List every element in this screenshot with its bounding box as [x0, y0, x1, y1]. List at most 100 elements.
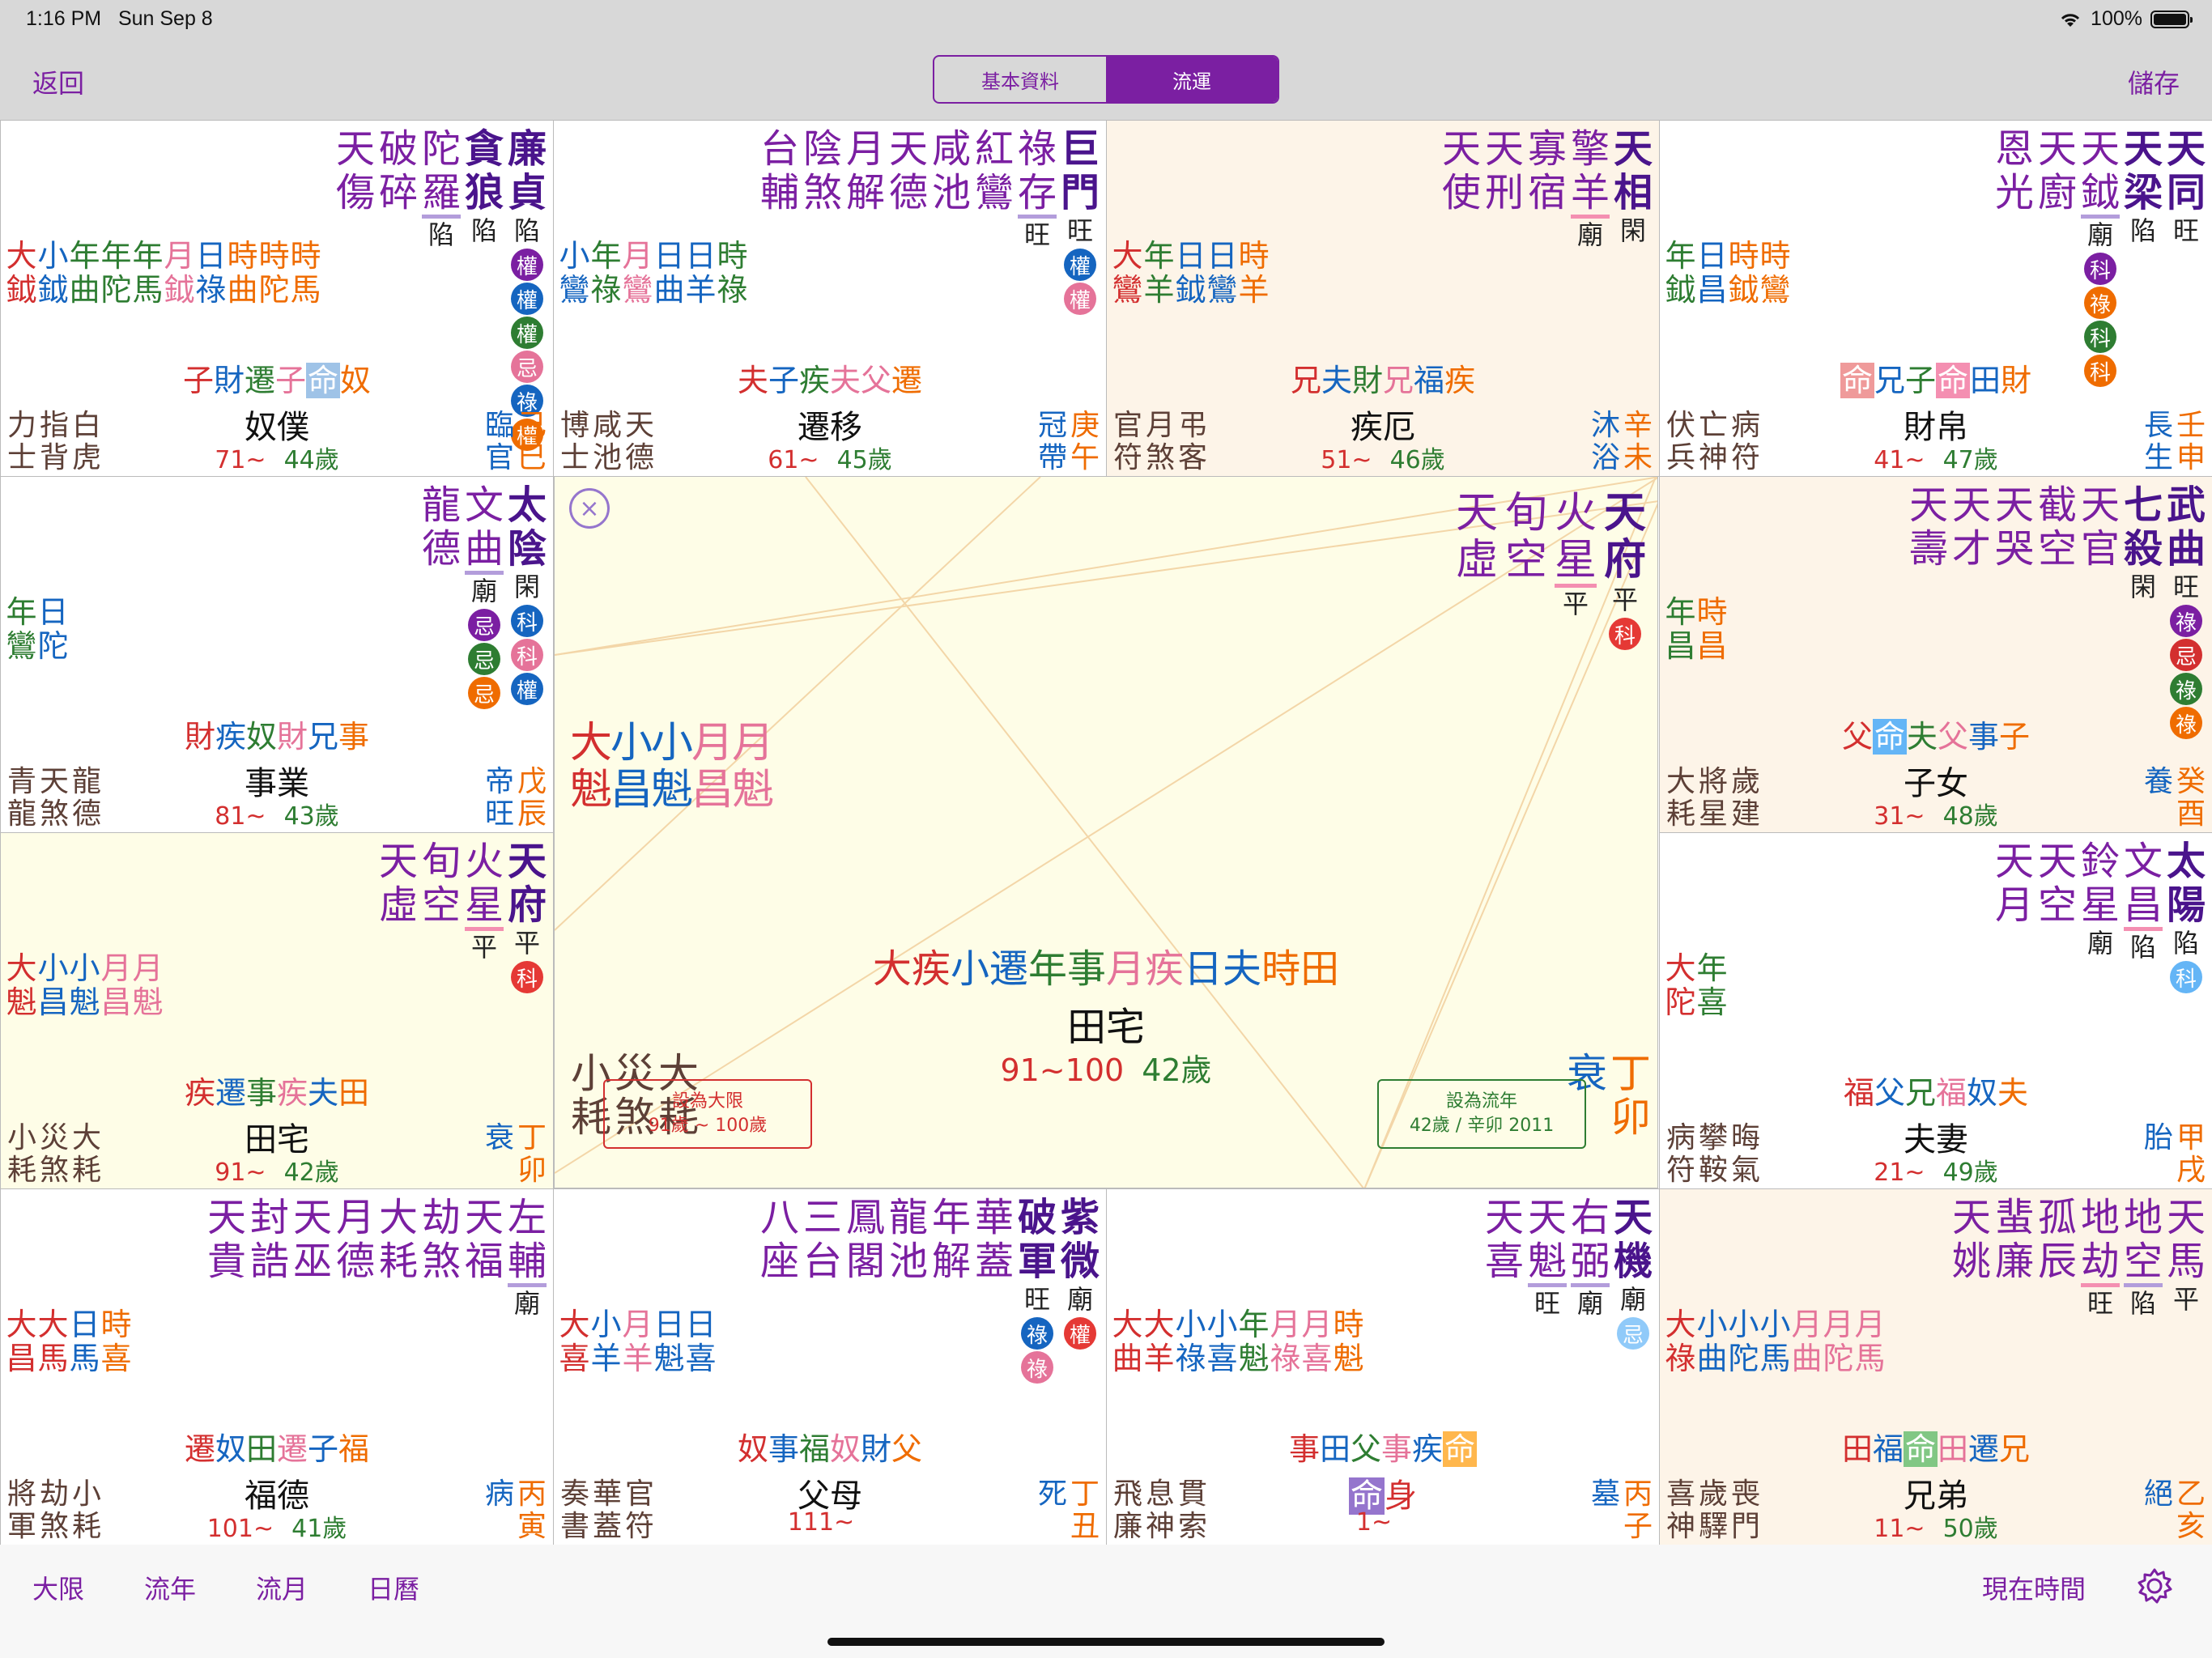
minor-star-char: 日 [1696, 238, 1728, 274]
palace-hai[interactable]: 天馬平地空陷地劫旺孤辰蜚廉天姚大祿小曲小陀小馬月曲月陀月馬田福命田遷兄 兄弟 11~… [1659, 1188, 2212, 1545]
back-button[interactable]: 返回 [32, 63, 84, 100]
palace-flow-labels: 疾遷事疾夫田 [1, 1074, 553, 1112]
god-column: 劫煞 [38, 1478, 70, 1543]
star-char: 空 [2123, 1239, 2163, 1287]
star-column: 鈴星廟 [2079, 840, 2121, 993]
star-char: 府 [507, 882, 547, 928]
star-column: 咸池 [930, 127, 972, 315]
minor-star: 月鸞 [622, 239, 653, 307]
palace-si[interactable]: 廉貞陷權權權忌祿權貪狼陷陀羅陷破碎天傷大鉞小鉞年曲年陀年馬月鉞日祿時曲時陀時馬子… [0, 120, 554, 477]
star-char: 解 [931, 1239, 971, 1284]
tab-flow[interactable]: 流運 [1106, 57, 1278, 102]
star-char: 微 [1060, 1239, 1100, 1284]
flow-label: 兄 [1999, 1431, 2031, 1467]
god-char: 白 [71, 409, 101, 442]
age-now: 47歲 [1942, 446, 1998, 474]
flow-label: 疾 [1145, 946, 1185, 992]
star-column: 天德 [887, 127, 929, 315]
star-brightness: 旺 [2172, 215, 2199, 246]
star-char: 天 [1455, 489, 1498, 538]
minor-star-char: 祿 [1270, 1341, 1301, 1376]
major-stars: 武曲旺祿忌祿祿七殺閑天官截空天哭天才天壽 [1908, 483, 2207, 739]
minor-star-char: 年 [132, 238, 164, 274]
age-range: 111~ [787, 1508, 855, 1537]
palace-shen[interactable]: 天同旺天梁陷天鉞廟科祿科科天廚恩光年鉞日昌時鉞時鸞命兄子命田財 財帛 41~ 47歲伏… [1659, 120, 2212, 477]
minor-star-char: 日 [37, 594, 69, 630]
minor-star: 小喜 [1206, 1307, 1238, 1375]
god-char: 鞍 [1698, 1154, 1728, 1187]
star-char: 天 [888, 126, 928, 172]
minor-stars: 大魁小昌小魁月昌月魁 [570, 720, 774, 814]
minor-star-char: 大 [6, 1307, 37, 1342]
astrology-chart: 廉貞陷權權權忌祿權貪狼陷陀羅陷破碎天傷大鉞小鉞年曲年陀年馬月鉞日祿時曲時陀時馬子… [0, 120, 2212, 1545]
minor-star-char: 大 [1143, 1307, 1175, 1342]
gear-icon[interactable] [2136, 1567, 2173, 1605]
minor-star: 月魁 [132, 951, 164, 1019]
flow-label: 子 [1999, 719, 2031, 755]
flow-label: 月 [1106, 946, 1146, 992]
flow-label: 事 [245, 1075, 277, 1111]
star-column: 大耗 [377, 1196, 419, 1320]
flow-label: 遷 [989, 946, 1028, 992]
minor-star-char: 鉞 [1665, 272, 1696, 308]
god-char: 歲 [1698, 1477, 1728, 1511]
palace-zi[interactable]: 天機廟忌右弼廟天魁旺天喜大曲大羊小祿小喜年魁月祿月喜時魁事田父事疾命 命身 1~ 飛廉… [1106, 1188, 1660, 1545]
palace-stem: 衰丁卯 [483, 1122, 548, 1187]
star-column: 龍德 [420, 483, 462, 709]
minor-star: 時鉞 [1728, 239, 1759, 307]
palace-wu[interactable]: 巨門旺權權祿存旺紅鸞咸池天德月解陰煞台輔小鸞年祿月鸞日曲日羊時祿夫子疾夫父遷 遷移… [553, 120, 1107, 477]
transform-badge: 權 [511, 317, 543, 349]
palace-wei[interactable]: 天相閑擎羊廟寡宿天刑天使大鸞年羊日鉞日鸞時羊兄夫財兄福疾 疾厄 51~ 46歲官符月煞… [1106, 120, 1660, 477]
god-column: 乙亥 [2175, 1478, 2207, 1543]
save-button[interactable]: 儲存 [2128, 63, 2180, 100]
now-button[interactable]: 現在時間 [1982, 1569, 2086, 1606]
god-char: 喜 [1665, 1477, 1695, 1511]
god-char: 大 [71, 1121, 101, 1154]
star-char: 陰 [802, 126, 842, 172]
minor-star: 日曲 [653, 239, 685, 307]
palace-yin[interactable]: 左輔廟天福劫煞大耗月德天巫封誥天貴大昌大馬日馬時喜遷奴田遷子福 福德 101~ 41歲… [0, 1188, 554, 1545]
star-column: 鳳閣 [844, 1196, 887, 1384]
set-liu-nian-button[interactable]: 設為流年 42歲 / 辛卯 2011 [1377, 1079, 1586, 1149]
star-column: 三台 [802, 1196, 844, 1384]
god-char: 兵 [1665, 441, 1695, 474]
minor-star: 大馬 [37, 1307, 69, 1375]
flow-label: 事 [338, 719, 370, 755]
stem-char: 甲 [2176, 1121, 2206, 1154]
close-icon[interactable]: × [569, 488, 610, 529]
god-char: 符 [1665, 1154, 1695, 1187]
tab-liu-yue[interactable]: 流月 [256, 1569, 308, 1606]
tab-da-xian[interactable]: 大限 [32, 1569, 84, 1606]
star-column: 天相閑 [1612, 127, 1654, 251]
star-char: 天 [1951, 1195, 1991, 1240]
tab-basic-info[interactable]: 基本資料 [934, 57, 1106, 102]
minor-star-char: 鉞 [37, 272, 69, 308]
flow-label: 事 [1288, 1431, 1320, 1467]
palace-chen[interactable]: 太陰閑科科權文曲廟忌忌忌龍德年鸞日陀財疾奴財兄事 事業 81~ 43歲青龍天煞龍德帝旺… [0, 476, 554, 833]
palace-xu[interactable]: 太陽陷科文昌陷鈴星廟天空天月大陀年喜福父兄福奴夫 夫妻 21~ 49歲病符攀鞍晦氣胎甲… [1659, 832, 2212, 1189]
minor-star-char: 日 [685, 238, 717, 274]
flow-label: 田 [245, 1431, 277, 1467]
star-char: 姚 [1951, 1239, 1991, 1284]
stem-char: 亥 [2176, 1510, 2206, 1543]
palace-mao[interactable]: 天府平科火星平旬空天虛大魁小昌小魁月昌月魁疾遷事疾夫田 田宅 91~ 42歲小耗災煞大… [0, 832, 554, 1189]
star-char: 天 [2166, 1195, 2206, 1240]
star-char: 年 [931, 1195, 971, 1240]
palace-flow-labels: 遷奴田遷子福 [1, 1431, 553, 1468]
star-char: 巫 [292, 1239, 332, 1284]
palace-gods: 青龍天煞龍德 [6, 766, 103, 831]
star-column: 年解 [930, 1196, 972, 1384]
palace-chou[interactable]: 紫微廟權破軍旺祿祿華蓋年解龍池鳳閣三台八座大喜小羊月羊日魁日喜奴事福奴財父 父母 1… [553, 1188, 1107, 1545]
tab-liu-nian[interactable]: 流年 [144, 1569, 196, 1606]
star-char: 天 [1994, 483, 2034, 528]
set-da-xian-button[interactable]: 設為大限 91歲 ~ 100歲 [603, 1079, 812, 1149]
age-range: 101~ [206, 1515, 274, 1543]
minor-star: 年馬 [132, 239, 164, 307]
god-char: 書 [559, 1510, 589, 1543]
minor-star-char: 昌 [1696, 628, 1728, 664]
tab-calendar[interactable]: 日曆 [368, 1569, 419, 1606]
stem-char: 辛 [1623, 409, 1653, 442]
age-now: 42歲 [283, 1158, 339, 1187]
god-char: 奏 [559, 1477, 589, 1511]
palace-you[interactable]: 武曲旺祿忌祿祿七殺閑天官截空天哭天才天壽年昌時昌父命夫父事子 子女 31~ 48歲大耗… [1659, 476, 2212, 833]
